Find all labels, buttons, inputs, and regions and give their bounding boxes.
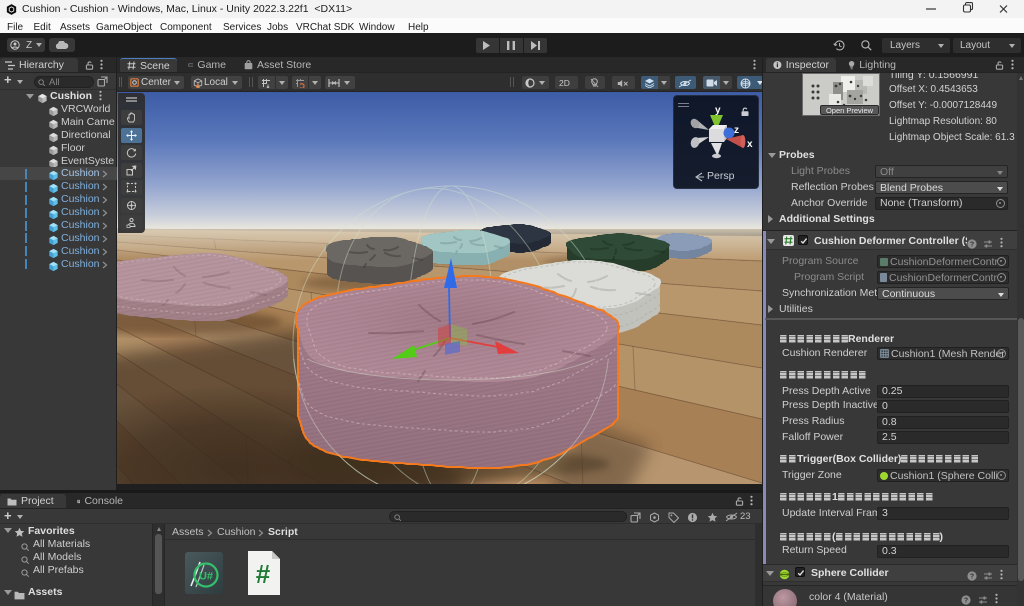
svg-text:U#: U# — [199, 571, 213, 583]
svg-text:#: # — [256, 559, 271, 589]
svg-text:?: ? — [970, 573, 974, 580]
svg-text:?: ? — [964, 597, 968, 604]
svg-text:?: ? — [970, 241, 974, 248]
